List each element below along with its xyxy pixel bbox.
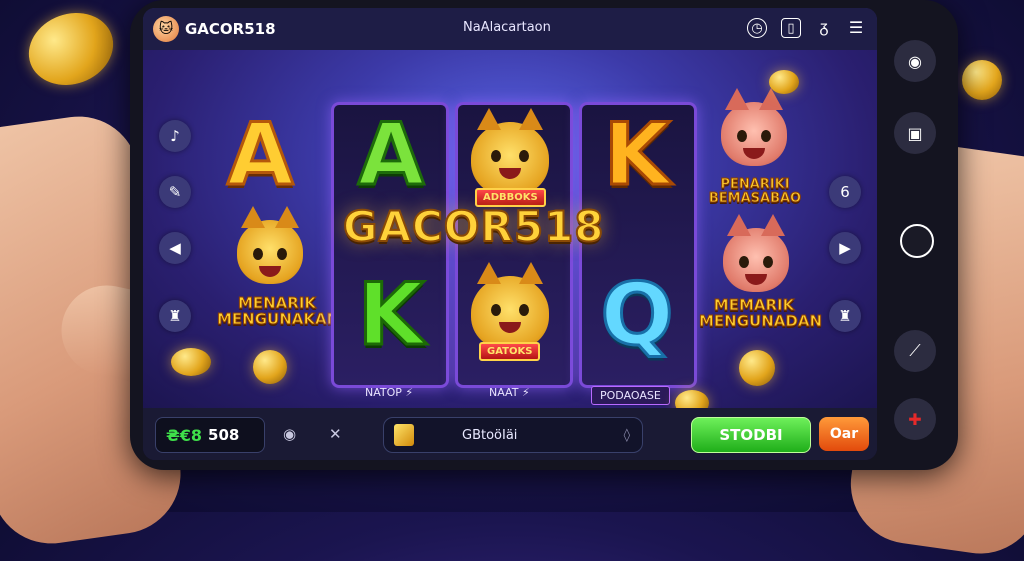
- slot-stage: ♪ ✎ ◀ ♜ 6 ▶ ♜ A MENARIK MENGUNAKAN A K N…: [143, 50, 877, 416]
- reel-2-label: NAAT ⚡: [489, 386, 530, 399]
- symbol-a-outer: A: [226, 105, 296, 205]
- start-button[interactable]: STODBI: [691, 417, 811, 453]
- menu-icon[interactable]: ☰: [847, 18, 865, 37]
- game-screen: 🐱 GACOR518 NaAlacartaon ◷ ▯ ᵹ ☰ ♪ ✎ ◀ ♜ …: [143, 8, 877, 460]
- back-icon[interactable]: ⟋: [894, 330, 936, 372]
- reel-cat-top-icon: [471, 108, 549, 196]
- bet-icon[interactable]: ◉: [283, 425, 296, 443]
- coin-icon: [253, 350, 287, 384]
- balance-display: ₴€8 508: [155, 417, 265, 453]
- coin-icon: [171, 348, 211, 376]
- right-cat-bottom-icon: [723, 214, 789, 292]
- clock-icon[interactable]: ◷: [747, 18, 767, 38]
- brand-logo[interactable]: 🐱 GACOR518: [153, 16, 276, 42]
- right-cat-top-icon: [721, 88, 787, 166]
- toolbar-icons: ◷ ▯ ᵹ ☰: [747, 17, 865, 38]
- trophy-icon[interactable]: ♜: [159, 300, 191, 332]
- forward-icon[interactable]: ▶: [829, 232, 861, 264]
- background-coin: [18, 1, 124, 97]
- reel-1-label: NATOP ⚡: [365, 386, 414, 399]
- balance-amount: 508: [208, 426, 240, 444]
- tablet-icon[interactable]: ▯: [781, 18, 801, 38]
- square-icon[interactable]: ▣: [894, 112, 936, 154]
- symbol-q: Q: [599, 265, 675, 365]
- brand-name: GACOR518: [185, 20, 276, 38]
- close-icon[interactable]: ✕: [329, 425, 342, 443]
- bet-selector[interactable]: GBtoöIäi ◊: [383, 417, 643, 453]
- gem-icon: [394, 424, 414, 446]
- circle-dot-icon[interactable]: ◉: [894, 40, 936, 82]
- puzzle-icon[interactable]: ✚: [894, 398, 936, 440]
- game-title: GACOR518: [342, 201, 605, 252]
- symbol-k-gold: K: [602, 105, 672, 205]
- auto-button[interactable]: Oar: [819, 417, 869, 451]
- reel-cat-bottom-banner: GATOKS: [479, 342, 541, 361]
- reel-3-label: PODAOASE: [591, 386, 670, 405]
- right-banner-bottom: MEMARIK MENGUNADAN: [699, 296, 823, 330]
- coin-icon: [739, 350, 775, 386]
- trophy-icon[interactable]: ♜: [829, 300, 861, 332]
- bottom-bar: ₴€8 508 ◉ ✕ GBtoöIäi ◊ STODBI Oar: [143, 408, 877, 460]
- background-coin: [962, 60, 1002, 100]
- sound-icon[interactable]: ᵹ: [815, 17, 833, 36]
- left-cat-icon: [237, 206, 303, 284]
- symbol-k: K: [356, 265, 426, 365]
- lock-icon: ◊: [623, 427, 630, 443]
- reel-cat-bottom-icon: [471, 262, 549, 350]
- bet-selector-label: GBtoöIäi: [462, 427, 518, 443]
- right-banner-top: PENARIKI BEMASABAO: [708, 177, 802, 206]
- rewind-icon[interactable]: ◀: [159, 232, 191, 264]
- coin-icon: [769, 70, 799, 94]
- left-banner: MENARIK MENGUNAKAN: [217, 294, 340, 328]
- currency-label: ₴€8: [166, 425, 203, 445]
- home-circle-icon[interactable]: [900, 224, 934, 258]
- top-bar: 🐱 GACOR518 NaAlacartaon ◷ ▯ ᵹ ☰: [143, 8, 877, 50]
- music-icon[interactable]: ♪: [159, 120, 191, 152]
- symbol-a: A: [356, 105, 426, 205]
- cat-logo-icon: 🐱: [153, 16, 179, 42]
- number-6-button[interactable]: 6: [829, 176, 861, 208]
- page-title: NaAlacartaon: [463, 20, 551, 35]
- edit-icon[interactable]: ✎: [159, 176, 191, 208]
